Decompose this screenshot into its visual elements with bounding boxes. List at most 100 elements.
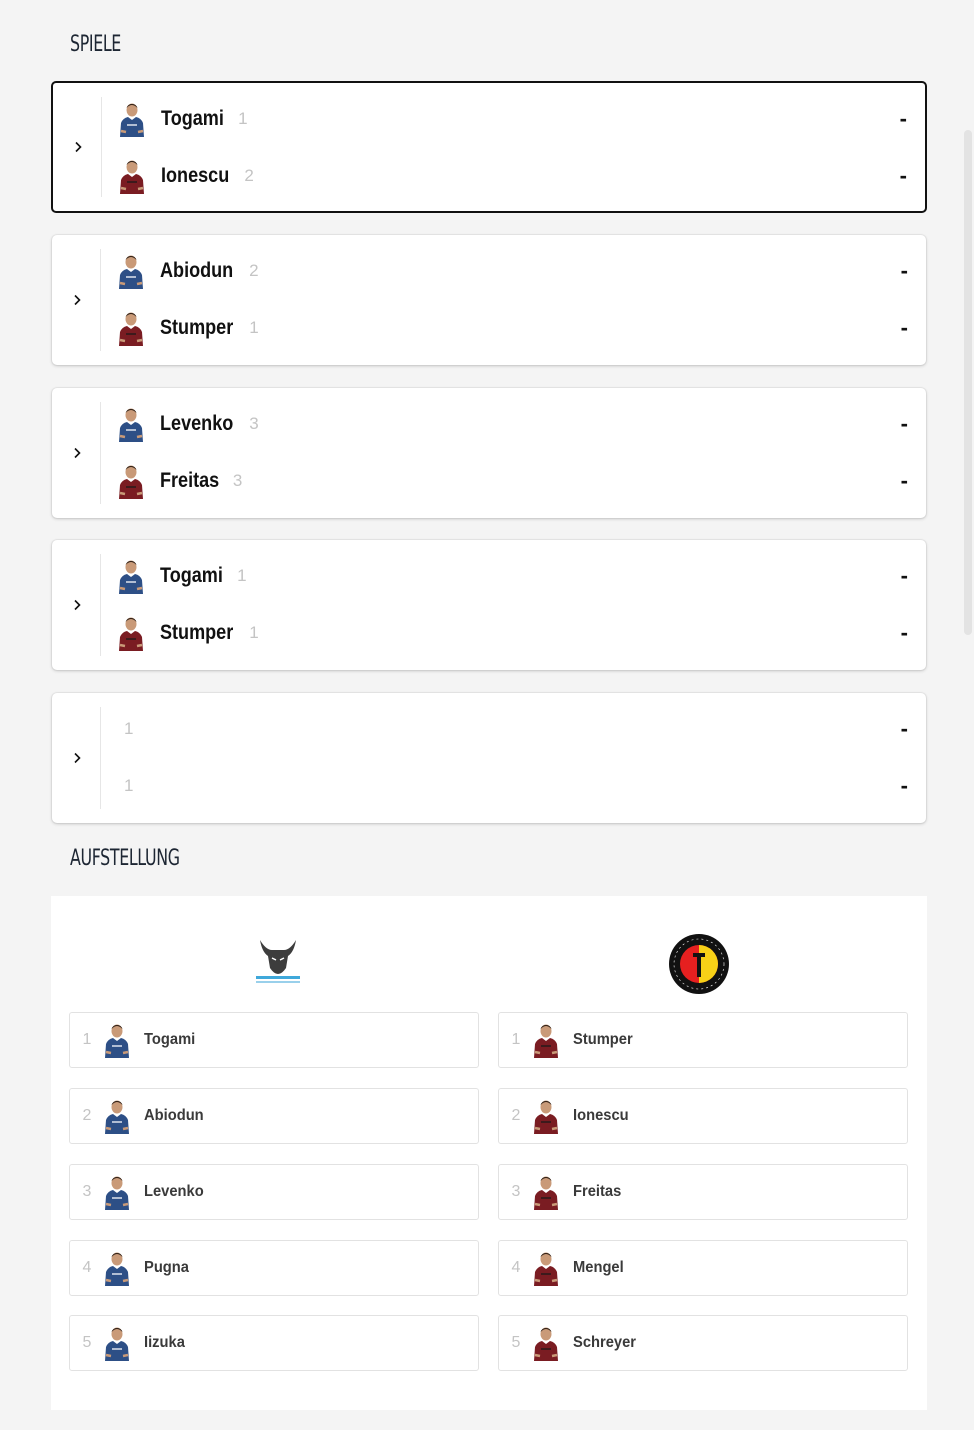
player-avatar <box>531 1098 561 1134</box>
match-player-row: 1- <box>116 709 912 749</box>
player-avatar <box>116 310 146 346</box>
player-number: 1 <box>249 623 259 642</box>
score: - <box>899 106 907 131</box>
player-name: Togami <box>161 107 224 130</box>
score: - <box>900 258 908 283</box>
card-divider <box>101 97 102 197</box>
player-name: Togami <box>160 564 223 587</box>
player-name: Freitas <box>160 469 220 492</box>
player-name: Levenko <box>160 412 234 435</box>
lineup-player-name: Freitas <box>573 1183 622 1200</box>
match-player-row: Freitas 3 - <box>116 461 912 501</box>
player-avatar <box>116 558 146 594</box>
player-name: Stumper <box>160 621 234 644</box>
player-avatar <box>102 1250 132 1286</box>
games-section-title: SPIELE <box>70 32 121 57</box>
lineup-item-away[interactable]: 2 Ionescu <box>498 1088 908 1144</box>
card-divider <box>100 249 101 351</box>
lineup-item-home[interactable]: 2 Abiodun <box>69 1088 479 1144</box>
match-card[interactable]: Togami 1 - Ionescu 2 - <box>51 81 927 213</box>
card-divider <box>100 554 101 656</box>
player-avatar <box>116 253 146 289</box>
match-player-row: Togami 1 - <box>117 99 911 139</box>
player-number: 1 <box>249 318 259 337</box>
match-card[interactable]: Abiodun 2 - Stumper 1 - <box>52 235 926 365</box>
player-name: Stumper <box>160 316 234 339</box>
score: - <box>900 411 908 436</box>
lineup-item-home[interactable]: 3 Levenko <box>69 1164 479 1220</box>
lineup-item-away[interactable]: 3 Freitas <box>498 1164 908 1220</box>
lineup-number: 4 <box>511 1259 521 1276</box>
lineup-player-name: Schreyer <box>573 1334 637 1351</box>
player-number: 3 <box>249 414 259 433</box>
player-avatar <box>102 1174 132 1210</box>
match-card[interactable]: 1-1- <box>52 693 926 823</box>
lineup-item-away[interactable]: 1 Stumper <box>498 1012 908 1068</box>
player-avatar <box>117 101 147 137</box>
lineup-item-away[interactable]: 5 Schreyer <box>498 1315 908 1371</box>
home-club-logo <box>252 936 304 986</box>
lineup-number: 5 <box>82 1334 92 1351</box>
player-avatar <box>116 615 146 651</box>
score: - <box>900 773 908 798</box>
match-card[interactable]: Levenko 3 - Freitas 3 - <box>52 388 926 518</box>
player-number: 3 <box>232 471 243 490</box>
player-avatar <box>116 406 146 442</box>
lineup-number: 2 <box>82 1107 92 1124</box>
lineup-item-home[interactable]: 4 Pugna <box>69 1240 479 1296</box>
lineup-item-away[interactable]: 4 Mengel <box>498 1240 908 1296</box>
chevron-right-icon[interactable] <box>70 446 84 460</box>
match-player-row: Stumper 1 - <box>116 308 912 348</box>
lineup-item-home[interactable]: 1 Togami <box>69 1012 479 1068</box>
card-divider <box>100 707 101 809</box>
lineup-number: 3 <box>511 1183 521 1200</box>
lineup-number: 4 <box>82 1259 92 1276</box>
lineup-player-name: Ionescu <box>573 1107 629 1124</box>
lineup-number: 3 <box>82 1183 92 1200</box>
score: - <box>899 163 907 188</box>
page-scrollbar[interactable] <box>962 130 974 635</box>
match-player-row: Levenko 3 - <box>116 404 912 444</box>
lineup-number: 5 <box>511 1334 521 1351</box>
player-avatar <box>117 158 147 194</box>
match-card[interactable]: Togami 1 - Stumper 1 - <box>52 540 926 670</box>
score: - <box>900 315 908 340</box>
lineup-item-home[interactable]: 5 Iizuka <box>69 1315 479 1371</box>
player-avatar <box>531 1022 561 1058</box>
player-name: Abiodun <box>160 259 234 282</box>
scrollbar-thumb[interactable] <box>964 130 972 635</box>
player-avatar <box>102 1098 132 1134</box>
player-avatar <box>102 1022 132 1058</box>
player-avatar <box>116 463 146 499</box>
lineup-player-name: Togami <box>144 1031 196 1048</box>
lineup-player-name: Pugna <box>144 1259 189 1276</box>
chevron-right-icon[interactable] <box>70 751 84 765</box>
match-player-row: Togami 1 - <box>116 556 912 596</box>
player-avatar <box>531 1325 561 1361</box>
chevron-right-icon[interactable] <box>71 140 85 154</box>
score: - <box>900 468 908 493</box>
lineup-player-name: Stumper <box>573 1031 633 1048</box>
lineup-number: 1 <box>511 1031 521 1048</box>
lineup-number: 1 <box>82 1031 92 1048</box>
lineup-section-title: AUFSTELLUNG <box>70 846 180 871</box>
lineup-player-name: Abiodun <box>144 1107 204 1124</box>
player-number: 1 <box>237 566 247 585</box>
match-player-row: Stumper 1 - <box>116 613 912 653</box>
player-name: Ionescu <box>161 164 230 187</box>
away-club-logo <box>668 933 730 995</box>
lineup-number: 2 <box>511 1107 521 1124</box>
player-avatar <box>531 1250 561 1286</box>
match-player-row: Abiodun 2 - <box>116 251 912 291</box>
player-number: 2 <box>244 166 254 185</box>
player-number: 2 <box>249 261 259 280</box>
lineup-player-name: Levenko <box>144 1183 204 1200</box>
card-divider <box>100 402 101 504</box>
player-number: 1 <box>124 776 134 795</box>
chevron-right-icon[interactable] <box>70 598 84 612</box>
score: - <box>900 620 908 645</box>
chevron-right-icon[interactable] <box>70 293 84 307</box>
match-player-row: 1- <box>116 766 912 806</box>
score: - <box>900 716 908 741</box>
lineup-player-name: Mengel <box>573 1259 624 1276</box>
